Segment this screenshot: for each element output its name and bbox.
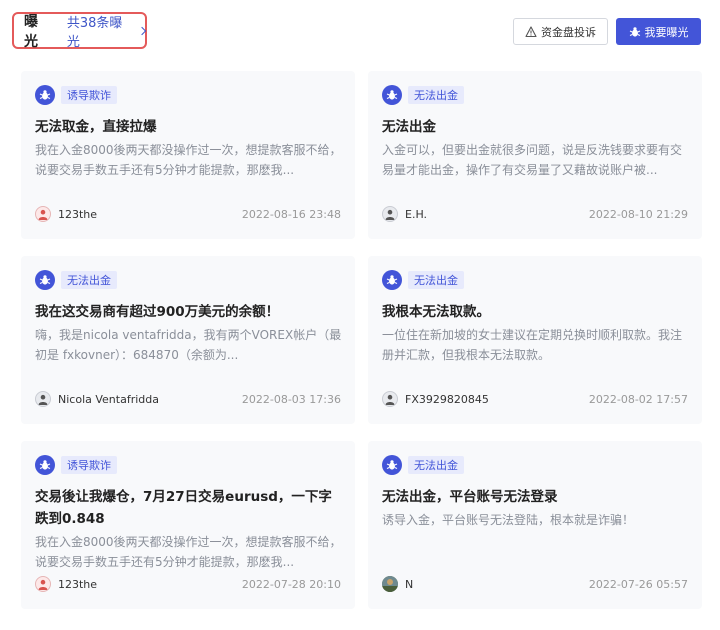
card-footer: N 2022-07-26 05:57 [382,576,688,592]
user-name: FX3929820845 [405,392,489,406]
card-description: 入金可以，但要出金就很多问题，说是反洗钱要求要有交易量才能出金，操作了有交易量了… [382,143,683,177]
card-user[interactable]: 123the [35,576,97,592]
card-badge-row: 无法出金 [382,85,464,105]
bug-icon [39,90,51,100]
category-badge: 无法出金 [408,86,464,104]
exposure-card[interactable]: 无法出金无法出金，平台账号无法登录诱导入金，平台账号无法登陆，根本就是诈骗！ N 2… [368,441,702,609]
user-name: 123the [58,577,98,591]
user-avatar-icon [385,209,395,220]
complaint-button-label: 资金盘投诉 [541,25,596,39]
exposure-count-link[interactable]: 共38条曝光 [66,12,147,50]
bug-badge-icon [35,270,55,290]
bug-icon [39,275,51,285]
category-badge: 诱导欺诈 [61,456,117,474]
expose-button-label: 我要曝光 [644,25,689,39]
card-badge-row: 无法出金 [382,455,464,475]
exposure-card[interactable]: 无法出金我根本无法取款。一位住在新加坡的女士建议在定期兑换时顺利取款。我注册并汇… [368,256,702,424]
bug-badge-icon [382,455,402,475]
exposure-page: 曝光 共38条曝光 资金盘投诉 我要曝光 诱导欺诈 无法取金，直接拉爆 我在入金80… [0,0,720,630]
avatar [382,391,398,407]
bug-badge-icon [382,85,402,105]
chevron-right-icon [137,26,147,35]
card-description: 嗨，我是nicola ventafridda，我有两个VOREX帐户（最初是 f… [35,328,342,362]
card-title[interactable]: 我在这交易商有超过900万美元的余额！ [35,301,345,323]
exposure-card[interactable]: 诱导欺诈交易後让我爆仓，7月27日交易eurusd，一下字跌到0.848 我在入金… [21,441,355,609]
post-date: 2022-08-03 17:36 [241,392,341,406]
user-avatar-icon [38,579,48,590]
user-name: N [405,577,414,591]
avatar [382,576,398,592]
complaint-button[interactable]: 资金盘投诉 [513,18,608,45]
bug-icon [386,275,398,285]
bug-badge-icon [35,85,55,105]
exposure-header: 曝光 共38条曝光 [12,12,147,50]
user-avatar-icon [38,209,48,220]
category-badge: 诱导欺诈 [61,86,117,104]
card-title[interactable]: 无法取金，直接拉爆 [35,116,345,138]
card-badge-row: 无法出金 [382,270,464,290]
user-avatar-icon [385,394,395,405]
card-badge-row: 诱导欺诈 [35,85,117,105]
exposure-card[interactable]: 无法出金 无法出金 入金可以，但要出金就很多问题，说是反洗钱要求要有交易量才能出金，… [368,71,702,239]
post-date: 2022-07-28 20:10 [241,577,341,591]
page-title: 曝光 [24,13,38,50]
card-title[interactable]: 我根本无法取款。 [382,301,692,323]
card-badge-row: 诱导欺诈 [35,455,117,475]
card-title[interactable]: 交易後让我爆仓，7月27日交易eurusd，一下字跌到0.848 [35,486,345,530]
user-photo-icon [382,576,398,592]
expose-button[interactable]: 我要曝光 [616,18,701,45]
card-user[interactable]: N [382,576,413,592]
user-avatar-icon [38,394,48,405]
card-description: 诱导入金，平台账号无法登陆，根本就是诈骗！ [382,513,635,527]
user-name: 123the [58,207,98,221]
card-footer: Nicola Ventafridda 2022-08-03 17:36 [35,391,341,407]
card-description: 我在入金8000後两天都没操作过一次，想提款客服不给，说要交易手数五手还有5分钟… [35,535,342,569]
avatar [35,576,51,592]
card-footer: FX3929820845 2022-08-02 17:57 [382,391,688,407]
card-user[interactable]: E.H. [382,206,427,222]
card-user[interactable]: Nicola Ventafridda [35,391,159,407]
category-badge: 无法出金 [61,271,117,289]
card-user[interactable]: 123the [35,206,97,222]
user-name: Nicola Ventafridda [58,392,159,406]
bug-icon [629,26,640,37]
card-description: 我在入金8000後两天都没操作过一次，想提款客服不给，说要交易手数五手还有5分钟… [35,143,342,177]
category-badge: 无法出金 [408,271,464,289]
card-description: 一位住在新加坡的女士建议在定期兑换时顺利取款。我注册并汇款，但我根本无法取款。 [382,328,683,362]
card-footer: 123the 2022-08-16 23:48 [35,206,341,222]
bug-icon [39,460,51,470]
card-user[interactable]: FX3929820845 [382,391,489,407]
card-badge-row: 无法出金 [35,270,117,290]
post-date: 2022-07-26 05:57 [588,577,688,591]
bug-badge-icon [382,270,402,290]
warning-icon [525,25,537,37]
avatar [35,206,51,222]
avatar [382,206,398,222]
exposure-card[interactable]: 无法出金我在这交易商有超过900万美元的余额！ 嗨，我是nicola ventaf… [21,256,355,424]
user-name: E.H. [405,207,428,221]
avatar [35,391,51,407]
bug-icon [386,90,398,100]
card-title[interactable]: 无法出金，平台账号无法登录 [382,486,692,508]
exposure-count-label: 共38条曝光 [66,15,123,50]
category-badge: 无法出金 [408,456,464,474]
card-footer: E.H. 2022-08-10 21:29 [382,206,688,222]
bug-icon [386,460,398,470]
card-footer: 123the 2022-07-28 20:10 [35,576,341,592]
post-date: 2022-08-10 21:29 [588,207,688,221]
post-date: 2022-08-16 23:48 [241,207,341,221]
card-title[interactable]: 无法出金 [382,116,692,138]
bug-badge-icon [35,455,55,475]
post-date: 2022-08-02 17:57 [588,392,688,406]
exposure-card[interactable]: 诱导欺诈无法取金，直接拉爆我在入金8000後两天都没操作过一次，想提款客服不给，… [21,71,355,239]
